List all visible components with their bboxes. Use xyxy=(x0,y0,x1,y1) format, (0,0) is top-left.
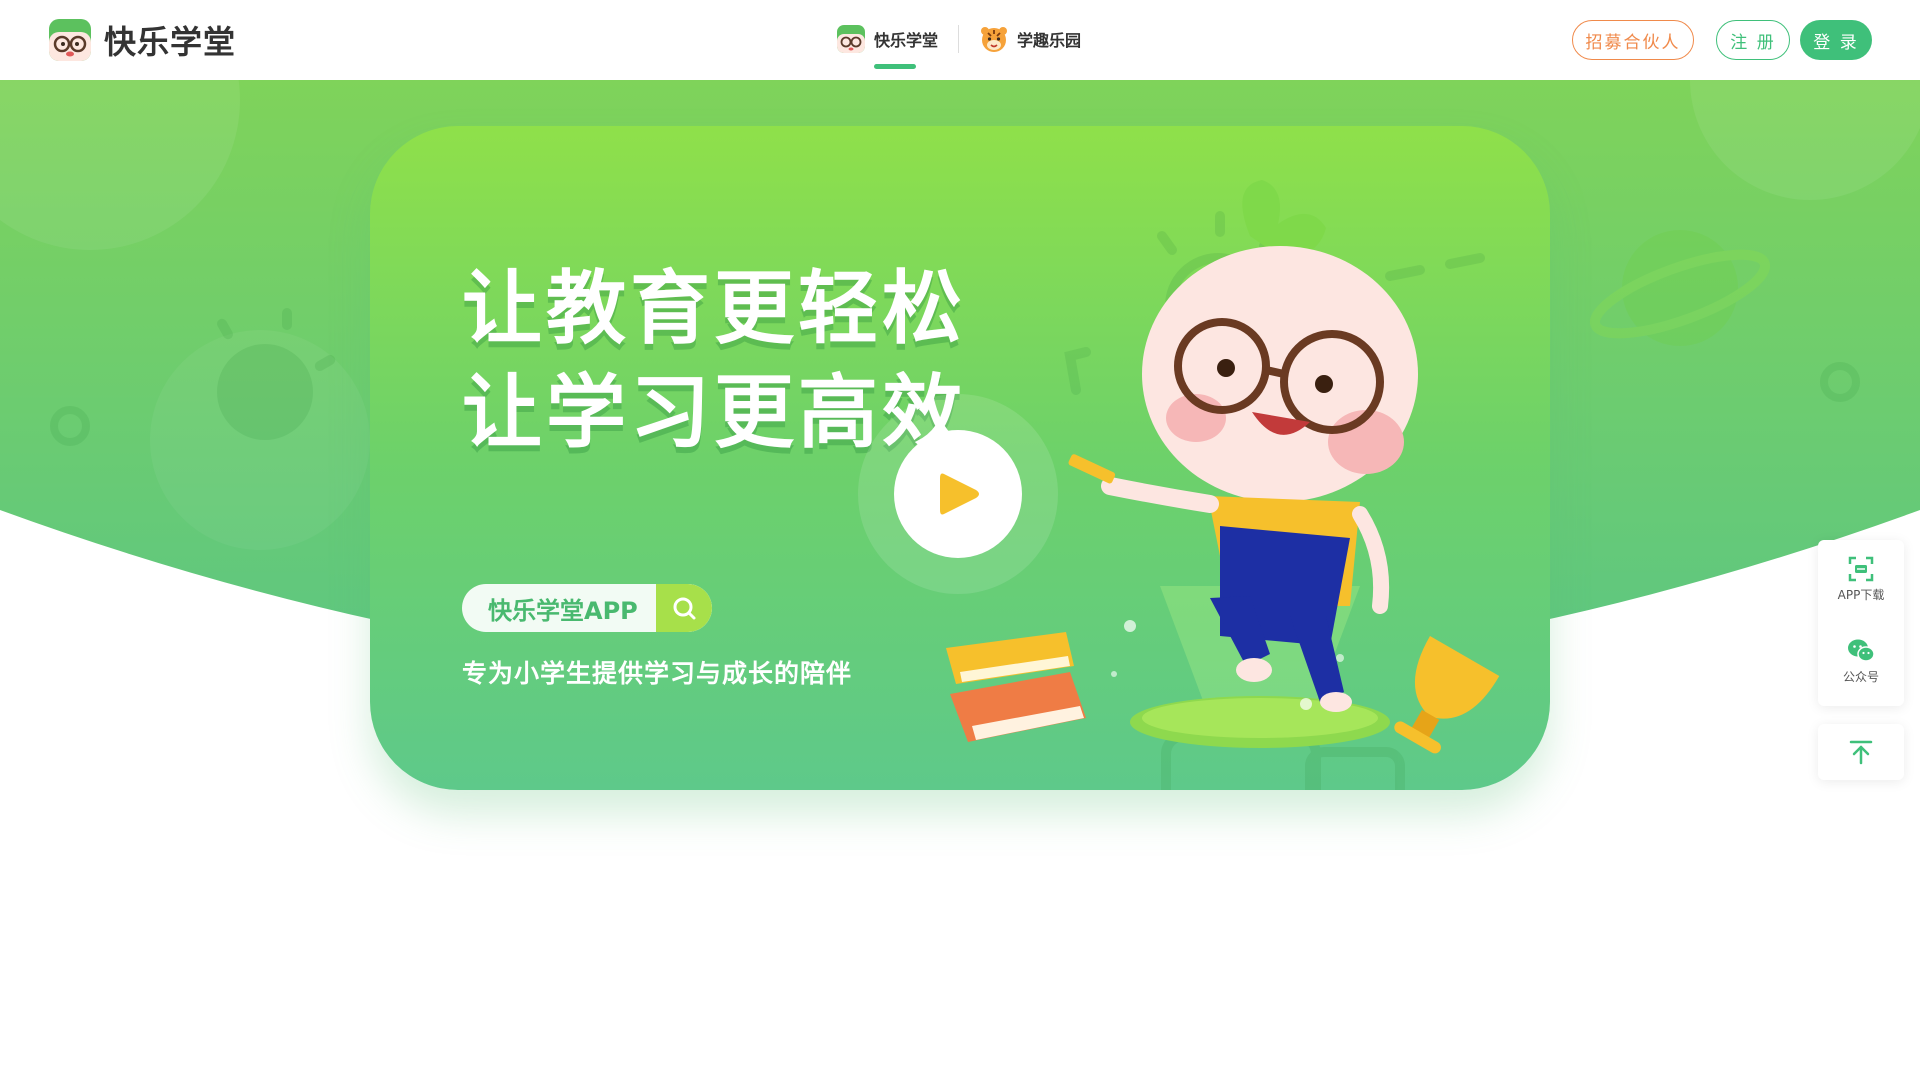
play-video-button[interactable] xyxy=(858,394,1058,594)
glasses-kid-icon xyxy=(837,25,865,53)
glasses-kid-logo-icon xyxy=(49,19,91,61)
top-header: 快乐学堂 快乐学堂 学趣乐园 招募合伙人 注 册 登 录 xyxy=(0,0,1920,80)
app-download-label: APP下载 xyxy=(1837,588,1885,602)
app-search-button[interactable] xyxy=(656,584,712,632)
wechat-account-button[interactable]: 公众号 xyxy=(1818,638,1904,685)
brand-name: 快乐学堂 xyxy=(104,23,237,61)
play-icon xyxy=(940,473,979,515)
main-nav: 快乐学堂 学趣乐园 xyxy=(836,18,1081,70)
register-button[interactable]: 注 册 xyxy=(1716,20,1790,60)
recruit-partner-button[interactable]: 招募合伙人 xyxy=(1572,20,1694,60)
wechat-icon xyxy=(1848,639,1875,662)
brand[interactable]: 快乐学堂 xyxy=(48,18,236,62)
app-search-pill[interactable]: 快乐学堂APP xyxy=(462,584,712,632)
hero-banner: 让教育更轻松 让学习更高效 快乐学堂APP 专为小学生提供学习与成长的陪伴 xyxy=(370,126,1550,790)
nav-item-kuaile-xuetang[interactable]: 快乐学堂 xyxy=(836,18,939,69)
nav-label: 快乐学堂 xyxy=(874,31,939,50)
app-pill-label: 快乐学堂APP xyxy=(488,596,638,625)
wechat-label: 公众号 xyxy=(1842,670,1879,684)
search-icon xyxy=(673,597,696,620)
tiger-face-icon xyxy=(981,27,1008,52)
nav-item-xuequ-leyuan[interactable]: 学趣乐园 xyxy=(979,18,1081,60)
play-button-disc xyxy=(894,430,1022,558)
hero-subline: 专为小学生提供学习与成长的陪伴 xyxy=(462,659,853,688)
app-download-button[interactable]: APP下载 xyxy=(1818,556,1904,603)
arrow-up-to-top-icon xyxy=(1849,740,1873,765)
nav-divider xyxy=(958,25,960,53)
qr-scan-icon xyxy=(1848,556,1874,582)
side-toolbar: APP下载 公众号 xyxy=(1818,540,1904,706)
back-to-top-button[interactable] xyxy=(1818,724,1904,780)
login-button[interactable]: 登 录 xyxy=(1800,20,1872,60)
nav-label: 学趣乐园 xyxy=(1017,31,1082,50)
